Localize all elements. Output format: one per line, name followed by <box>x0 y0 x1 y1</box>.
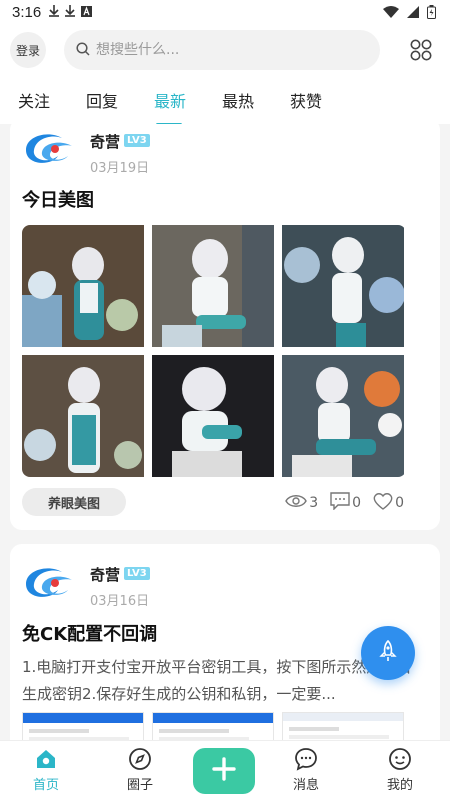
post-card[interactable]: 奇营 LV3 03月19日 今日美图 养眼美图 3 0 0 <box>10 124 440 530</box>
download-icon <box>65 5 76 19</box>
post-date: 03月19日 <box>90 161 150 176</box>
level-badge: LV3 <box>124 134 150 147</box>
message-icon <box>276 747 336 771</box>
photo-grid <box>22 225 406 477</box>
login-button[interactable]: 登录 <box>10 32 46 68</box>
home-icon <box>16 747 76 771</box>
likes-count: 0 <box>395 495 404 511</box>
post-stats: 3 0 0 <box>285 492 404 514</box>
plus-icon <box>211 756 237 786</box>
nav-messages-label: 消息 <box>292 778 319 793</box>
photo-thumbnail[interactable] <box>22 225 144 347</box>
rocket-icon <box>378 639 398 666</box>
tab-latest[interactable]: 最新 <box>154 88 204 126</box>
nav-circle[interactable]: 圈子 <box>110 747 170 793</box>
feed-tabs: 关注 回复 最新 最热 获赞 <box>0 76 450 126</box>
likes-stat[interactable]: 0 <box>373 492 404 514</box>
download-icon <box>49 5 60 19</box>
views-count: 3 <box>309 495 319 511</box>
category-tag[interactable]: 养眼美图 <box>22 488 126 516</box>
font-icon <box>81 5 93 19</box>
signal-icon <box>407 6 419 22</box>
status-bar: 3:16 <box>0 0 450 24</box>
search-input[interactable] <box>96 42 346 58</box>
tab-follow[interactable]: 关注 <box>18 88 68 112</box>
profile-icon <box>370 747 430 771</box>
battery-icon <box>427 5 436 23</box>
wifi-icon <box>383 6 399 22</box>
photo-thumbnail[interactable] <box>152 712 274 740</box>
nav-messages[interactable]: 消息 <box>276 747 336 793</box>
comments-count: 0 <box>352 495 362 511</box>
comments-stat[interactable]: 0 <box>330 492 361 514</box>
photo-thumbnail[interactable] <box>22 355 144 477</box>
tab-replies[interactable]: 回复 <box>86 88 136 112</box>
bottom-navigation: 首页 圈子 消息 我的 <box>0 740 450 800</box>
photo-thumbnail[interactable] <box>22 712 144 740</box>
tab-hot[interactable]: 最热 <box>222 88 272 112</box>
author-name[interactable]: 奇营 <box>90 131 120 152</box>
nav-home[interactable]: 首页 <box>16 747 76 793</box>
status-time: 3:16 <box>12 3 42 21</box>
post-title[interactable]: 今日美图 <box>22 186 94 212</box>
photo-thumbnail[interactable] <box>152 355 274 477</box>
top-bar: 登录 <box>0 24 450 76</box>
compass-icon <box>110 747 170 771</box>
nav-home-label: 首页 <box>32 778 59 793</box>
photo-thumbnail[interactable] <box>282 225 404 347</box>
nav-profile[interactable]: 我的 <box>370 747 430 793</box>
create-post-button[interactable] <box>193 748 255 794</box>
avatar[interactable] <box>22 562 76 602</box>
tab-liked[interactable]: 获赞 <box>290 88 340 112</box>
post-date: 03月16日 <box>90 594 150 609</box>
rocket-fab-button[interactable] <box>361 626 415 680</box>
post-title[interactable]: 免CK配置不回调 <box>22 620 157 646</box>
nav-circle-label: 圈子 <box>126 778 153 793</box>
views-stat: 3 <box>285 494 318 512</box>
level-badge: LV3 <box>124 567 150 580</box>
heart-icon <box>373 492 393 514</box>
nav-profile-label: 我的 <box>386 778 413 793</box>
author-name[interactable]: 奇营 <box>90 564 120 585</box>
comment-icon <box>330 492 350 514</box>
search-bar[interactable] <box>64 30 380 70</box>
categories-grid-icon[interactable] <box>410 39 432 61</box>
photo-thumbnail[interactable] <box>282 355 404 477</box>
search-icon <box>76 41 90 60</box>
photo-thumbnail[interactable] <box>152 225 274 347</box>
photo-thumbnail[interactable] <box>282 712 404 740</box>
eye-icon <box>285 494 308 512</box>
screenshot-thumbnails <box>22 712 406 740</box>
avatar[interactable] <box>22 128 76 168</box>
